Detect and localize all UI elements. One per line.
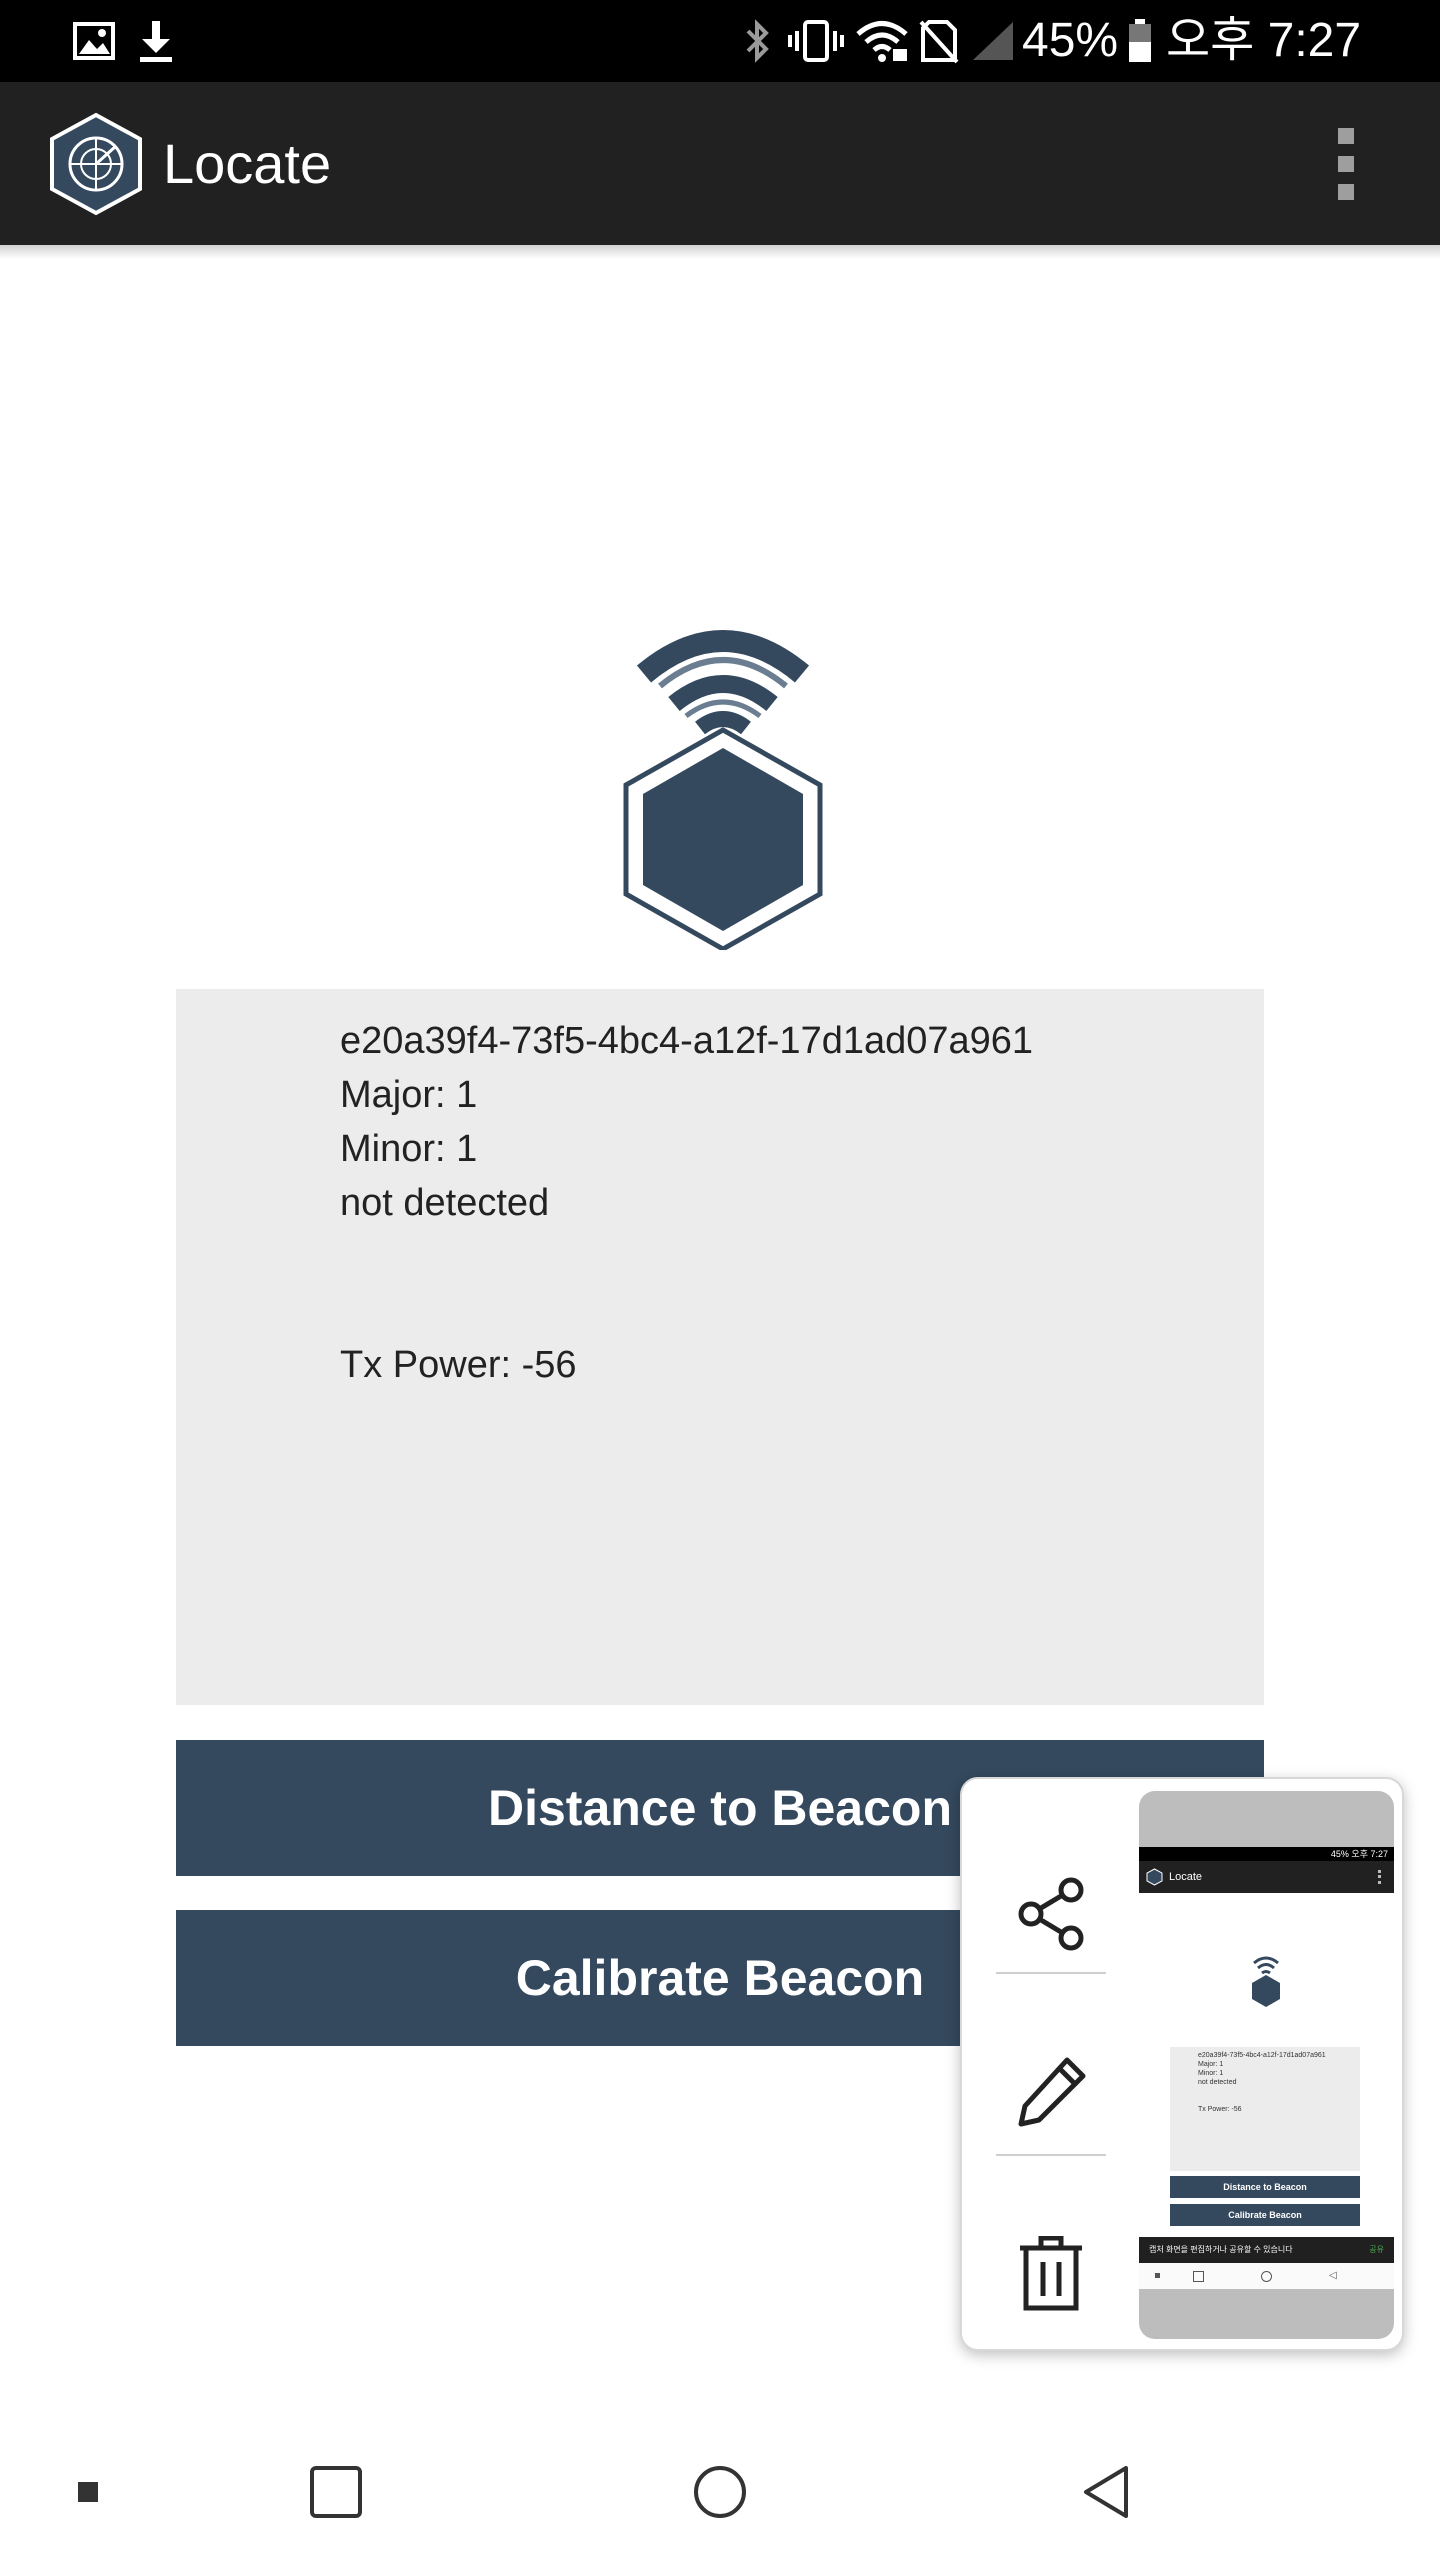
beacon-minor: Minor: 1: [340, 1128, 478, 1170]
signal-icon: [968, 0, 1018, 82]
thumbnail-nav-bar: ◁: [1139, 2263, 1394, 2289]
app-bar: Locate: [0, 82, 1440, 245]
recents-icon[interactable]: [296, 2424, 376, 2560]
thumbnail-app-bar: Locate: [1139, 1861, 1394, 1893]
thumbnail-status-bar: 45% 오후 7:27: [1139, 1847, 1394, 1861]
home-icon[interactable]: [680, 2424, 760, 2560]
beacon-status: not detected: [340, 1182, 550, 1224]
wifi-icon: [854, 0, 910, 82]
app-title: Locate: [163, 132, 332, 195]
app-bar-shadow: [0, 245, 1440, 259]
download-icon: [132, 0, 180, 82]
vibrate-icon: [786, 0, 846, 82]
status-bar: 45% 오후 7:27: [0, 0, 1440, 82]
thumbnail-screen: 45% 오후 7:27 Locate e20a39f4-73f5-4bc4-a1…: [1139, 1847, 1394, 2289]
no-sim-icon: [914, 0, 964, 82]
back-icon[interactable]: [1066, 2424, 1146, 2560]
thumbnail-info-card: e20a39f4-73f5-4bc4-a12f-17d1ad07a961 Maj…: [1170, 2047, 1360, 2171]
popup-divider: [996, 2154, 1106, 2156]
navigation-bar: [0, 2424, 1440, 2560]
overflow-menu-icon[interactable]: [1318, 124, 1374, 204]
edit-icon[interactable]: [996, 2037, 1106, 2147]
thumbnail-snackbar: 캡처 화면을 편집하거나 공유할 수 있습니다 공유: [1139, 2237, 1394, 2263]
radar-hexagon-logo-icon: [48, 112, 144, 216]
dot-icon[interactable]: [68, 2424, 108, 2560]
bluetooth-icon: [738, 0, 778, 82]
beacon-hexagon-wifi-icon: [618, 624, 828, 952]
beacon-tx-power: Tx Power: -56: [340, 1344, 577, 1386]
thumbnail-title: Locate: [1169, 1871, 1203, 1883]
status-time: 오후 7:27: [1166, 14, 1362, 67]
thumbnail-distance-button: Distance to Beacon: [1170, 2176, 1360, 2198]
beacon-major: Major: 1: [340, 1074, 478, 1116]
delete-icon[interactable]: [996, 2219, 1106, 2329]
thumbnail-beacon-icon: [1252, 1956, 1280, 2007]
share-icon[interactable]: [996, 1859, 1106, 1969]
battery-icon: [1124, 0, 1156, 82]
battery-percent: 45%: [1022, 14, 1119, 67]
beacon-uuid: e20a39f4-73f5-4bc4-a12f-17d1ad07a961: [340, 1020, 1034, 1062]
beacon-info-card: e20a39f4-73f5-4bc4-a12f-17d1ad07a961 Maj…: [176, 989, 1264, 1705]
gallery-icon: [70, 0, 118, 82]
screenshot-popup: 45% 오후 7:27 Locate e20a39f4-73f5-4bc4-a1…: [960, 1777, 1404, 2351]
thumbnail-calibrate-button: Calibrate Beacon: [1170, 2204, 1360, 2226]
popup-divider: [996, 1972, 1106, 1974]
screenshot-thumbnail[interactable]: 45% 오후 7:27 Locate e20a39f4-73f5-4bc4-a1…: [1139, 1791, 1394, 2339]
